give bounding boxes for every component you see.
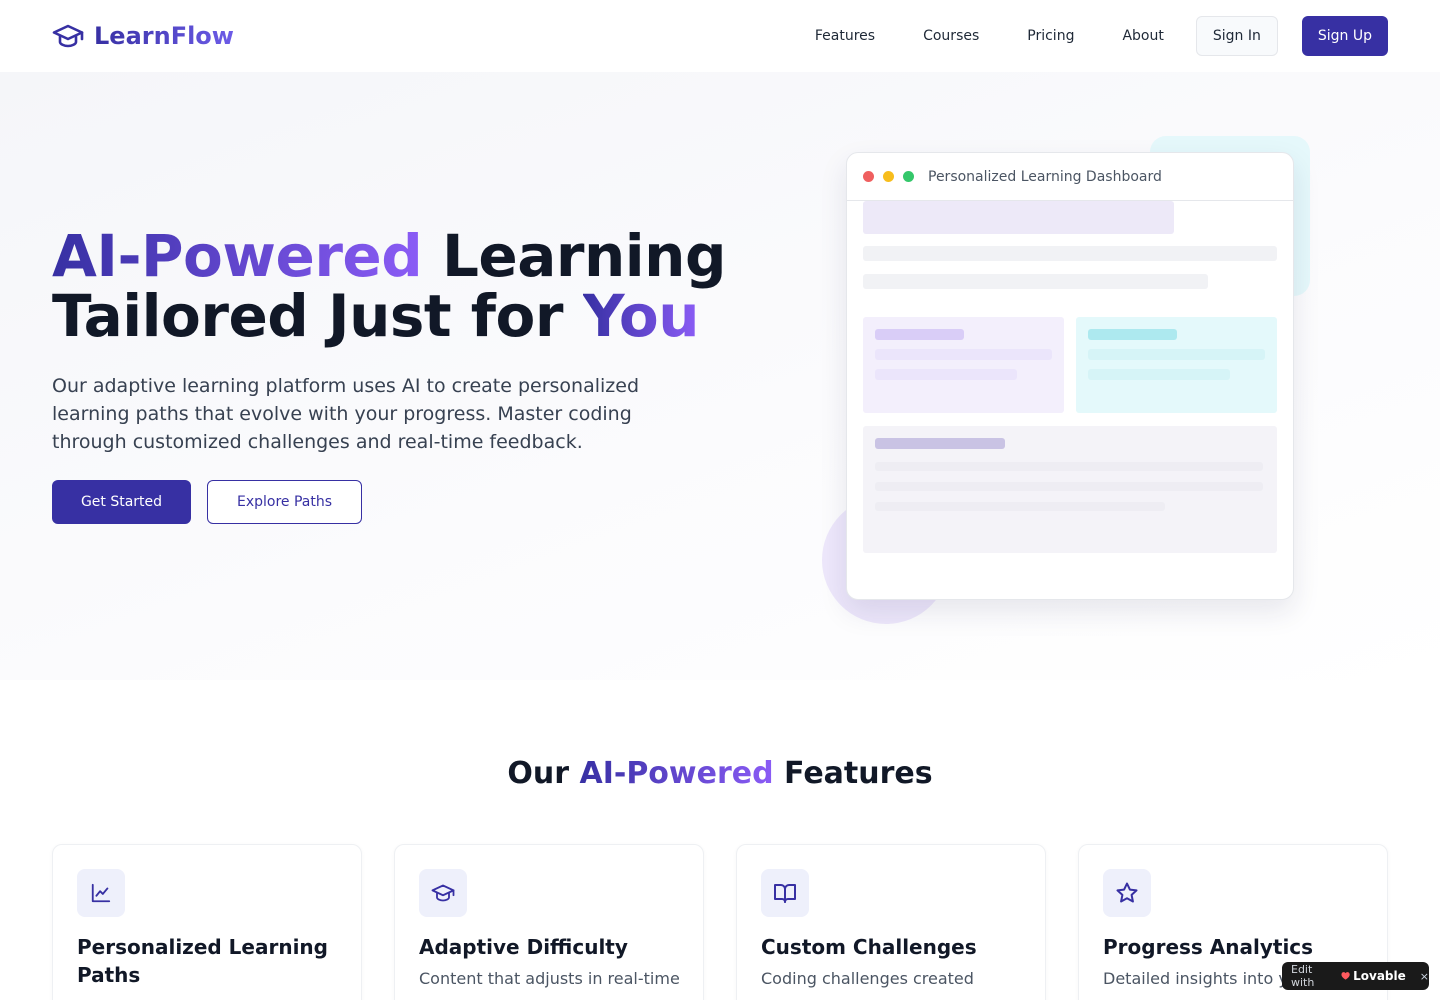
nav-link-pricing[interactable]: Pricing xyxy=(1027,28,1074,44)
get-started-button[interactable]: Get Started xyxy=(52,480,191,524)
star-icon xyxy=(1116,882,1138,903)
edit-with-lovable-badge[interactable]: Edit with Lovable × xyxy=(1282,962,1429,990)
explore-paths-button[interactable]: Explore Paths xyxy=(207,480,362,524)
close-icon[interactable]: × xyxy=(1420,970,1429,983)
skeleton-line xyxy=(1088,329,1177,340)
skeleton-line xyxy=(875,438,1005,449)
window-close-dot xyxy=(863,171,874,182)
hero-section: AI-Powered Learning Tailored Just for Yo… xyxy=(0,72,1440,680)
dashboard-preview: Personalized Learning Dashboard xyxy=(846,152,1294,600)
skeleton-line xyxy=(875,369,1017,380)
hero-title-highlight-2: You xyxy=(582,282,700,350)
skeleton-line xyxy=(875,462,1263,471)
line-chart-icon xyxy=(91,883,111,903)
nav-link-courses[interactable]: Courses xyxy=(923,28,979,44)
skeleton-line xyxy=(875,329,964,340)
nav-links: Features Courses Pricing About Sign In S… xyxy=(815,16,1388,56)
features-heading-highlight: AI-Powered xyxy=(579,756,774,791)
card-icon-wrapper xyxy=(419,869,467,917)
card-icon-wrapper xyxy=(761,869,809,917)
nav-link-features[interactable]: Features xyxy=(815,28,875,44)
feature-card-custom-challenges[interactable]: Custom Challenges Coding challenges crea… xyxy=(736,844,1046,1000)
sign-in-button[interactable]: Sign In xyxy=(1195,16,1278,56)
feature-card-description: Content that adjusts in real-time xyxy=(419,969,680,988)
skeleton-line xyxy=(875,482,1263,491)
book-open-icon xyxy=(774,884,796,903)
features-heading: Our AI-Powered Features xyxy=(0,756,1440,791)
top-navbar: LearnFlow Features Courses Pricing About… xyxy=(0,0,1440,72)
skeleton-header xyxy=(863,201,1174,234)
brand-logo[interactable]: LearnFlow xyxy=(52,22,234,50)
hero-title: AI-Powered Learning Tailored Just for Yo… xyxy=(52,226,752,346)
feature-card-title: Personalized Learning Paths xyxy=(77,935,328,987)
hero-title-highlight: AI-Powered xyxy=(52,222,423,290)
feature-card-personalized-paths[interactable]: Personalized Learning Paths xyxy=(52,844,362,1000)
sign-up-button[interactable]: Sign Up xyxy=(1301,16,1388,56)
feature-card-adaptive-difficulty[interactable]: Adaptive Difficulty Content that adjusts… xyxy=(394,844,704,1000)
window-minimize-dot xyxy=(883,171,894,182)
features-heading-text-2: Features xyxy=(773,756,933,791)
skeleton-line xyxy=(875,502,1165,511)
skeleton-line xyxy=(863,274,1208,289)
feature-card-title: Progress Analytics xyxy=(1103,935,1314,959)
features-heading-text: Our xyxy=(507,756,580,791)
lovable-heart-icon xyxy=(1341,972,1350,980)
skeleton-line xyxy=(875,349,1052,360)
brand-name: LearnFlow xyxy=(94,22,234,50)
nav-link-about[interactable]: About xyxy=(1122,28,1163,44)
hero-subtitle: Our adaptive learning platform uses AI t… xyxy=(52,375,640,453)
window-maximize-dot xyxy=(903,171,914,182)
dashboard-titlebar: Personalized Learning Dashboard xyxy=(847,153,1293,201)
badge-brand: Lovable xyxy=(1353,969,1406,983)
skeleton-line xyxy=(1088,349,1265,360)
hero-title-text-2: Tailored Just for xyxy=(52,282,583,350)
feature-card-title: Adaptive Difficulty xyxy=(419,935,628,959)
dashboard-title: Personalized Learning Dashboard xyxy=(928,168,1162,185)
skeleton-line xyxy=(863,246,1277,261)
card-icon-wrapper xyxy=(1103,869,1151,917)
badge-prefix: Edit with xyxy=(1291,963,1315,989)
feature-card-title: Custom Challenges xyxy=(761,935,977,959)
graduation-cap-icon xyxy=(431,884,455,902)
feature-card-description: Coding challenges created xyxy=(761,969,974,988)
hero-title-text: Learning xyxy=(422,222,727,290)
card-icon-wrapper xyxy=(77,869,125,917)
graduation-cap-icon xyxy=(52,24,84,48)
skeleton-line xyxy=(1088,369,1230,380)
